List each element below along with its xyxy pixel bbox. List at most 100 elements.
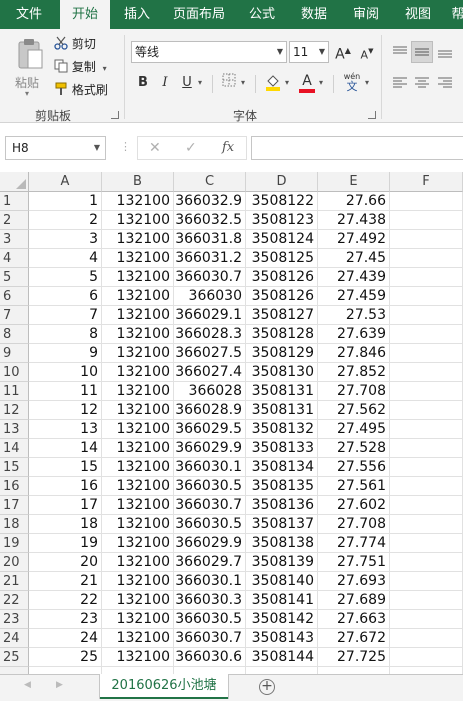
cell-C21[interactable]: 366030.1: [174, 572, 246, 591]
font-color-button[interactable]: A: [297, 71, 317, 93]
borders-dropdown-arrow-icon[interactable]: ▾: [241, 78, 245, 87]
cell-F3[interactable]: [390, 230, 463, 249]
tab-review[interactable]: 审阅: [344, 0, 388, 29]
cell-E23[interactable]: 27.663: [318, 610, 390, 629]
row-header[interactable]: 9: [0, 344, 29, 363]
cell-A19[interactable]: 19: [29, 534, 102, 553]
cell-E15[interactable]: 27.556: [318, 458, 390, 477]
cell-F22[interactable]: [390, 591, 463, 610]
cell-E24[interactable]: 27.672: [318, 629, 390, 648]
cell-A12[interactable]: 12: [29, 401, 102, 420]
row-header[interactable]: 3: [0, 230, 29, 249]
row-header[interactable]: 15: [0, 458, 29, 477]
cell-D8[interactable]: 3508128: [246, 325, 318, 344]
cell-E21[interactable]: 27.693: [318, 572, 390, 591]
align-right-button[interactable]: [435, 73, 455, 93]
row-header[interactable]: 13: [0, 420, 29, 439]
cell-B9[interactable]: 132100: [102, 344, 174, 363]
cell-A13[interactable]: 13: [29, 420, 102, 439]
cell-B1[interactable]: 132100: [102, 192, 174, 211]
cell-F19[interactable]: [390, 534, 463, 553]
cell-A14[interactable]: 14: [29, 439, 102, 458]
align-middle-button[interactable]: [411, 41, 433, 63]
scroll-sheets-right-icon[interactable]: ▶: [56, 680, 63, 690]
cell-B6[interactable]: 132100: [102, 287, 174, 306]
row-header[interactable]: 18: [0, 515, 29, 534]
grid-cell[interactable]: [29, 667, 102, 674]
cell-D19[interactable]: 3508138: [246, 534, 318, 553]
scroll-sheets-left-icon[interactable]: ◀: [24, 680, 31, 690]
grid-cell[interactable]: [318, 667, 390, 674]
cell-A2[interactable]: 2: [29, 211, 102, 230]
cell-E4[interactable]: 27.45: [318, 249, 390, 268]
copy-button[interactable]: 复制 ▾: [54, 58, 107, 78]
cell-C10[interactable]: 366027.4: [174, 363, 246, 382]
cell-F10[interactable]: [390, 363, 463, 382]
enter-icon[interactable]: ✓: [185, 140, 197, 156]
row-header[interactable]: 1: [0, 192, 29, 211]
font-size-select[interactable]: 11 ▼: [289, 41, 329, 63]
grid-cell[interactable]: [390, 667, 463, 674]
cell-D10[interactable]: 3508130: [246, 363, 318, 382]
cell-F24[interactable]: [390, 629, 463, 648]
cell-A6[interactable]: 6: [29, 287, 102, 306]
cell-B10[interactable]: 132100: [102, 363, 174, 382]
cell-C16[interactable]: 366030.5: [174, 477, 246, 496]
cell-F7[interactable]: [390, 306, 463, 325]
cell-D24[interactable]: 3508143: [246, 629, 318, 648]
cell-D18[interactable]: 3508137: [246, 515, 318, 534]
align-left-button[interactable]: [390, 73, 410, 93]
cell-A22[interactable]: 22: [29, 591, 102, 610]
cell-B22[interactable]: 132100: [102, 591, 174, 610]
tab-file[interactable]: 文件: [4, 0, 54, 29]
cell-D12[interactable]: 3508131: [246, 401, 318, 420]
cell-D6[interactable]: 3508126: [246, 287, 318, 306]
cell-A17[interactable]: 17: [29, 496, 102, 515]
cell-A7[interactable]: 7: [29, 306, 102, 325]
cell-D22[interactable]: 3508141: [246, 591, 318, 610]
cell-B18[interactable]: 132100: [102, 515, 174, 534]
cell-C7[interactable]: 366029.1: [174, 306, 246, 325]
font-color-dropdown-arrow-icon[interactable]: ▾: [319, 78, 323, 87]
cell-B2[interactable]: 132100: [102, 211, 174, 230]
cell-B25[interactable]: 132100: [102, 648, 174, 667]
cell-F20[interactable]: [390, 553, 463, 572]
cell-E10[interactable]: 27.852: [318, 363, 390, 382]
cancel-icon[interactable]: ✕: [149, 140, 161, 156]
worksheet-grid[interactable]: ABCDEF 1 1 132100 366032.9 3508122 27.66 2 2 132…: [0, 172, 463, 674]
name-box[interactable]: H8 ▼: [5, 136, 106, 160]
row-header[interactable]: 6: [0, 287, 29, 306]
cell-B8[interactable]: 132100: [102, 325, 174, 344]
cell-B15[interactable]: 132100: [102, 458, 174, 477]
cell-D25[interactable]: 3508144: [246, 648, 318, 667]
cell-D16[interactable]: 3508135: [246, 477, 318, 496]
cell-F4[interactable]: [390, 249, 463, 268]
font-dialog-launcher-icon[interactable]: [368, 111, 376, 119]
column-header[interactable]: E: [318, 172, 390, 192]
cell-F13[interactable]: [390, 420, 463, 439]
align-center-button[interactable]: [412, 73, 432, 93]
cell-C9[interactable]: 366027.5: [174, 344, 246, 363]
sheet-tab-active[interactable]: 20160626小池塘: [100, 674, 228, 699]
cell-E3[interactable]: 27.492: [318, 230, 390, 249]
cell-F15[interactable]: [390, 458, 463, 477]
cell-B24[interactable]: 132100: [102, 629, 174, 648]
cell-B20[interactable]: 132100: [102, 553, 174, 572]
cell-C20[interactable]: 366029.7: [174, 553, 246, 572]
cell-D17[interactable]: 3508136: [246, 496, 318, 515]
formula-input[interactable]: [251, 136, 463, 160]
cell-D3[interactable]: 3508124: [246, 230, 318, 249]
phonetic-dropdown-arrow-icon[interactable]: ▾: [365, 78, 369, 87]
row-header[interactable]: 19: [0, 534, 29, 553]
cell-E12[interactable]: 27.562: [318, 401, 390, 420]
row-header[interactable]: 5: [0, 268, 29, 287]
cell-F8[interactable]: [390, 325, 463, 344]
cell-B17[interactable]: 132100: [102, 496, 174, 515]
cell-B12[interactable]: 132100: [102, 401, 174, 420]
insert-function-button[interactable]: fx: [222, 140, 234, 155]
row-header[interactable]: 12: [0, 401, 29, 420]
cell-C19[interactable]: 366029.9: [174, 534, 246, 553]
cell-A5[interactable]: 5: [29, 268, 102, 287]
row-header[interactable]: 22: [0, 591, 29, 610]
cell-F16[interactable]: [390, 477, 463, 496]
